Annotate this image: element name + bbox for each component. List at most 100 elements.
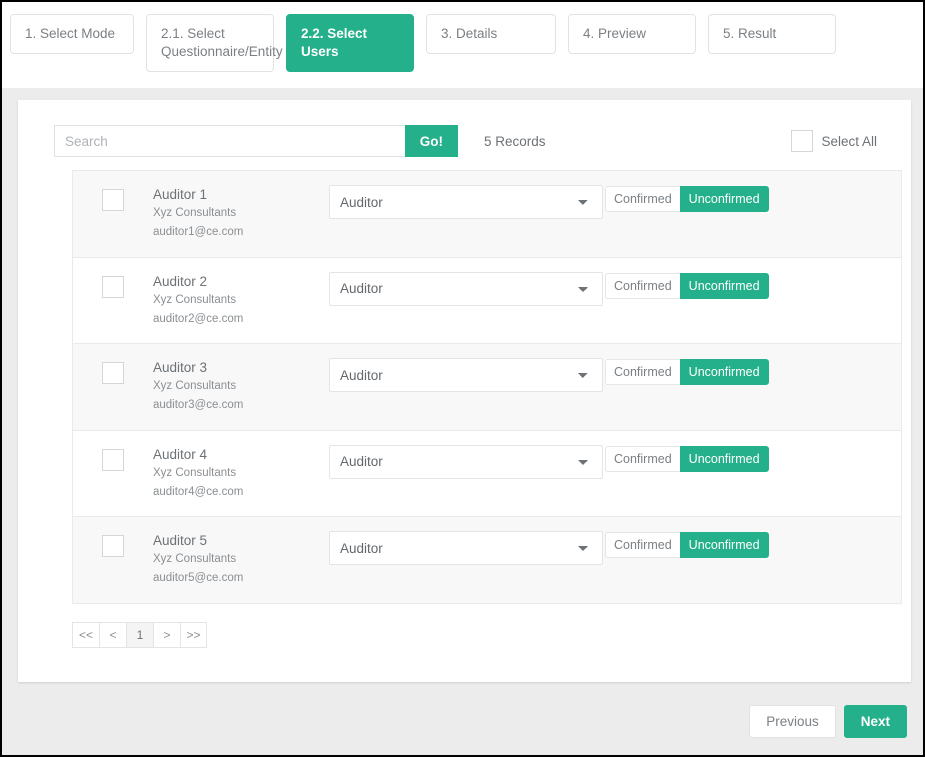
confirmed-button[interactable]: Confirmed <box>605 272 680 299</box>
wizard-tab-select-mode[interactable]: 1. Select Mode <box>10 14 134 54</box>
search-input[interactable] <box>54 125 405 157</box>
select-all-checkbox[interactable] <box>791 130 814 152</box>
user-identity-cell: Auditor 1 Xyz Consultants auditor1@ce.co… <box>153 185 329 242</box>
list-toolbar: Go! 5 Records Select All <box>18 100 911 162</box>
user-list: Auditor 1 Xyz Consultants auditor1@ce.co… <box>72 170 902 604</box>
records-count-label: 5 Records <box>484 133 546 149</box>
role-select[interactable]: Auditor <box>329 444 603 479</box>
user-identity-cell: Auditor 4 Xyz Consultants auditor4@ce.co… <box>153 445 329 502</box>
user-status-cell: Confirmed Unconfirmed <box>605 185 769 212</box>
wizard-tab-list: 1. Select Mode 2.1. Select Questionnaire… <box>10 14 915 72</box>
user-role-cell: Auditor <box>329 444 605 479</box>
user-role-cell: Auditor <box>329 358 605 392</box>
wizard-tab-details[interactable]: 3. Details <box>426 14 556 54</box>
select-users-panel: Go! 5 Records Select All Auditor 1 Xyz C… <box>18 100 911 682</box>
table-row: Auditor 2 Xyz Consultants auditor2@ce.co… <box>73 257 901 344</box>
user-status-cell: Confirmed Unconfirmed <box>605 531 769 558</box>
wizard-step-bar: 1. Select Mode 2.1. Select Questionnaire… <box>2 2 923 88</box>
pagination-page-1-button[interactable]: 1 <box>126 621 153 648</box>
wizard-footer: Previous Next <box>2 687 923 755</box>
user-name: Auditor 3 <box>153 360 208 375</box>
table-row: Auditor 1 Xyz Consultants auditor1@ce.co… <box>73 171 901 258</box>
unconfirmed-button[interactable]: Unconfirmed <box>679 359 769 385</box>
previous-button[interactable]: Previous <box>749 704 836 738</box>
user-email: auditor3@ce.com <box>153 399 244 411</box>
user-organization: Xyz Consultants <box>153 380 237 392</box>
search-group: Go! <box>54 125 458 157</box>
confirmation-toggle-group: Confirmed Unconfirmed <box>605 359 769 385</box>
row-select-checkbox[interactable] <box>102 448 124 471</box>
search-go-button[interactable]: Go! <box>404 125 458 157</box>
confirmed-button[interactable]: Confirmed <box>605 359 680 385</box>
user-organization: Xyz Consultants <box>153 553 237 565</box>
wizard-tab-label: 2.1. Select Questionnaire/Entity <box>161 26 283 59</box>
user-email: auditor2@ce.com <box>153 312 244 325</box>
pagination-next-button[interactable]: > <box>153 621 180 648</box>
role-select[interactable]: Auditor <box>329 271 603 306</box>
user-status-cell: Confirmed Unconfirmed <box>605 272 769 299</box>
page-body: Go! 5 Records Select All Auditor 1 Xyz C… <box>2 88 923 755</box>
user-identity-cell: Auditor 5 Xyz Consultants auditor5@ce.co… <box>153 531 329 588</box>
row-select-cell <box>73 185 153 211</box>
row-select-cell <box>73 531 153 557</box>
user-status-cell: Confirmed Unconfirmed <box>605 358 769 385</box>
user-identity-cell: Auditor 2 Xyz Consultants auditor2@ce.co… <box>153 272 329 329</box>
user-role-cell: Auditor <box>329 531 605 565</box>
wizard-tab-label: 2.2. Select Users <box>301 26 368 59</box>
wizard-tab-label: 5. Result <box>723 26 777 41</box>
user-role-cell: Auditor <box>329 271 605 306</box>
user-organization: Xyz Consultants <box>153 293 237 306</box>
row-select-cell <box>73 358 153 384</box>
row-select-checkbox[interactable] <box>102 362 124 384</box>
row-select-cell <box>73 445 153 471</box>
wizard-tab-select-questionnaire-entity[interactable]: 2.1. Select Questionnaire/Entity <box>146 14 283 72</box>
wizard-tab-select-users[interactable]: 2.2. Select Users <box>286 14 414 72</box>
row-select-checkbox[interactable] <box>102 275 124 298</box>
select-all-label: Select All <box>821 133 877 149</box>
pagination: << < 1 > >> <box>72 621 911 648</box>
select-all-group[interactable]: Select All <box>791 130 881 152</box>
user-organization: Xyz Consultants <box>153 207 237 219</box>
confirmation-toggle-group: Confirmed Unconfirmed <box>605 445 769 472</box>
application-window: 1. Select Mode 2.1. Select Questionnaire… <box>0 0 925 757</box>
user-name: Auditor 1 <box>153 187 208 202</box>
user-email: auditor5@ce.com <box>153 572 244 584</box>
user-email: auditor1@ce.com <box>153 226 244 238</box>
row-select-cell <box>73 272 153 298</box>
confirmation-toggle-group: Confirmed Unconfirmed <box>605 532 769 558</box>
confirmation-toggle-group: Confirmed Unconfirmed <box>605 186 769 212</box>
user-identity-cell: Auditor 3 Xyz Consultants auditor3@ce.co… <box>153 358 329 415</box>
next-button[interactable]: Next <box>843 704 907 738</box>
confirmed-button[interactable]: Confirmed <box>605 445 680 472</box>
user-organization: Xyz Consultants <box>153 466 237 479</box>
confirmed-button[interactable]: Confirmed <box>605 186 680 212</box>
user-name: Auditor 4 <box>153 446 208 462</box>
row-select-checkbox[interactable] <box>102 189 124 211</box>
row-select-checkbox[interactable] <box>102 535 124 557</box>
unconfirmed-button[interactable]: Unconfirmed <box>679 532 769 558</box>
wizard-tab-result[interactable]: 5. Result <box>708 14 836 54</box>
user-email: auditor4@ce.com <box>153 485 244 498</box>
user-name: Auditor 2 <box>153 273 208 289</box>
unconfirmed-button[interactable]: Unconfirmed <box>679 186 769 212</box>
wizard-tab-label: 1. Select Mode <box>25 26 116 41</box>
unconfirmed-button[interactable]: Unconfirmed <box>679 445 769 472</box>
user-status-cell: Confirmed Unconfirmed <box>605 445 769 472</box>
role-select[interactable]: Auditor <box>329 531 603 565</box>
pagination-last-button[interactable]: >> <box>180 621 207 648</box>
table-row: Auditor 4 Xyz Consultants auditor4@ce.co… <box>73 430 901 517</box>
pagination-previous-button[interactable]: < <box>99 621 126 648</box>
role-select[interactable]: Auditor <box>329 185 603 219</box>
unconfirmed-button[interactable]: Unconfirmed <box>679 272 769 299</box>
table-row: Auditor 5 Xyz Consultants auditor5@ce.co… <box>73 517 901 604</box>
table-row: Auditor 3 Xyz Consultants auditor3@ce.co… <box>73 344 901 431</box>
wizard-tab-label: 4. Preview <box>583 26 647 41</box>
wizard-tab-preview[interactable]: 4. Preview <box>568 14 696 54</box>
confirmed-button[interactable]: Confirmed <box>605 532 680 558</box>
user-name: Auditor 5 <box>153 533 208 548</box>
role-select[interactable]: Auditor <box>329 358 603 392</box>
confirmation-toggle-group: Confirmed Unconfirmed <box>605 272 769 299</box>
pagination-first-button[interactable]: << <box>72 621 99 648</box>
user-role-cell: Auditor <box>329 185 605 219</box>
wizard-tab-label: 3. Details <box>441 26 498 41</box>
